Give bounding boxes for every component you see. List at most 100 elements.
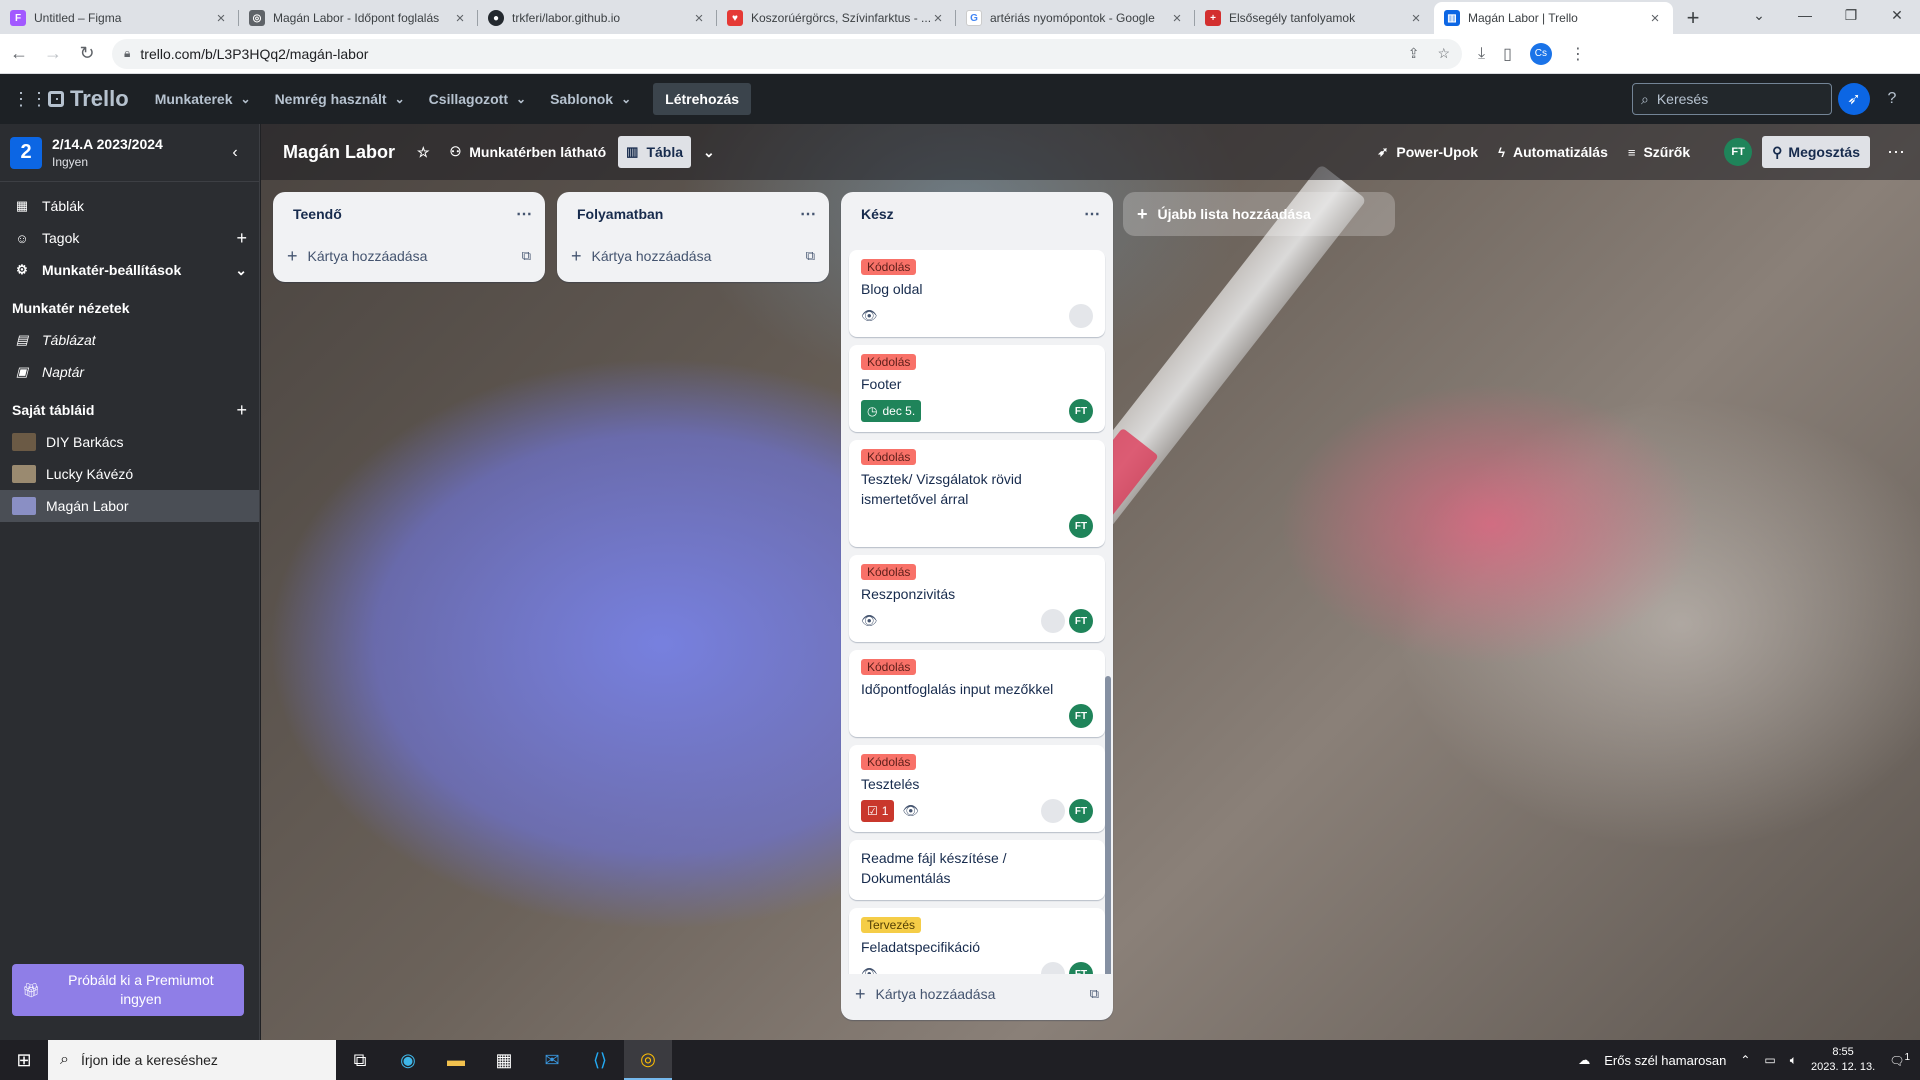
new-tab-button[interactable]: +	[1673, 2, 1713, 34]
star-board-icon[interactable]: ☆	[409, 136, 438, 168]
add-card-button[interactable]: + Kártya hozzáadása ⧉	[841, 974, 1113, 1014]
close-icon[interactable]: ×	[1169, 10, 1185, 27]
clock[interactable]: 8:55 2023. 12. 13.	[1811, 1045, 1875, 1075]
browser-tab[interactable]: Gartériás nyomópontok - Google ×	[956, 2, 1195, 34]
list-menu-icon[interactable]: ⋯	[1084, 204, 1101, 224]
share-button[interactable]: ⚲ Megosztás	[1762, 136, 1870, 168]
close-window-icon[interactable]: ✕	[1874, 0, 1920, 30]
card-tests[interactable]: Kódolás Tesztek/ Vizsgálatok rövid ismer…	[849, 440, 1105, 547]
notification-icon[interactable]: 🗨︎1	[1889, 1052, 1910, 1068]
browser-tab[interactable]: + Elsősegély tanfolyamok ×	[1195, 2, 1434, 34]
collapse-sidebar-icon[interactable]: ‹	[221, 144, 249, 162]
sidebar-board-magan-labor[interactable]: Magán Labor	[0, 490, 259, 522]
restore-icon[interactable]: ❐	[1828, 0, 1874, 30]
sidebar-item-settings[interactable]: ⚙ Munkatér-beállítások ⌄	[0, 254, 259, 286]
vscode-icon[interactable]: ⟨⟩	[576, 1040, 624, 1080]
browser-tab[interactable]: ♥ Koszorúérgörcs, Szívinfarktus - ... ×	[717, 2, 956, 34]
board-view-button[interactable]: ▥ Tábla	[618, 136, 692, 168]
help-icon[interactable]: ?	[1876, 83, 1908, 115]
board-menu-icon[interactable]: ⋯	[1884, 142, 1908, 163]
profile-avatar[interactable]: Cs	[1529, 42, 1552, 65]
list-title[interactable]: Teendő	[293, 206, 342, 222]
browser-tab[interactable]: ◎ Magán Labor - Időpont foglalás ×	[239, 2, 478, 34]
network-icon[interactable]: ▭	[1764, 1053, 1775, 1067]
card-readme[interactable]: Readme fájl készítése / Dokumentálás	[849, 840, 1105, 900]
trello-logo[interactable]: Trello	[48, 86, 129, 112]
list-title[interactable]: Folyamatban	[577, 206, 663, 222]
close-icon[interactable]: ×	[452, 10, 468, 27]
minimize-icon[interactable]: —	[1782, 0, 1828, 30]
weather-text[interactable]: Erős szél hamarosan	[1604, 1053, 1726, 1068]
list-scrollbar[interactable]	[1105, 276, 1111, 974]
card-spec[interactable]: Tervezés Feladatspecifikáció 👁︎ FT	[849, 908, 1105, 974]
tab-search-icon[interactable]: ⌄	[1736, 0, 1782, 30]
close-icon[interactable]: ×	[213, 10, 229, 27]
add-member-icon[interactable]: +	[236, 228, 247, 249]
search-input[interactable]: ⌕ Keresés	[1632, 83, 1832, 115]
menu-workspaces[interactable]: Munkaterek ⌄	[143, 83, 263, 115]
premium-trial-button[interactable]: 🎁︎ Próbáld ki a Premiumot ingyen	[12, 964, 244, 1016]
add-list-button[interactable]: + Újabb lista hozzáadása	[1123, 192, 1395, 236]
card-testing[interactable]: Kódolás Tesztelés ☑ 1 👁︎ FT	[849, 745, 1105, 832]
card-template-icon[interactable]: ⧉	[1090, 986, 1099, 1002]
browser-tab[interactable]: F Untitled – Figma ×	[0, 2, 239, 34]
add-board-icon[interactable]: +	[236, 400, 247, 421]
url-field[interactable]: 🔒︎ trello.com/b/L3P3HQq2/magán-labor ⇪ ☆	[112, 38, 1462, 69]
close-icon[interactable]: ×	[1408, 10, 1424, 27]
card-footer[interactable]: Kódolás Footer ◷ dec 5. FT	[849, 345, 1105, 432]
menu-starred[interactable]: Csillagozott ⌄	[417, 83, 538, 115]
close-icon[interactable]: ×	[1647, 10, 1663, 27]
app-switcher-icon[interactable]: ⋮⋮⋮	[12, 89, 66, 110]
store-icon[interactable]: ▦	[480, 1040, 528, 1080]
views-dropdown[interactable]: ⌄	[695, 136, 723, 168]
close-icon[interactable]: ×	[930, 10, 946, 27]
forward-arrow-icon[interactable]: →	[38, 39, 68, 69]
volume-icon[interactable]: 🔈︎	[1790, 1053, 1797, 1068]
create-button[interactable]: Létrehozás	[653, 83, 752, 115]
notification-rocket-icon[interactable]: ➶	[1838, 83, 1870, 115]
share-icon[interactable]: ⇪	[1408, 45, 1420, 62]
menu-templates[interactable]: Sablonok ⌄	[538, 83, 643, 115]
visibility-button[interactable]: ⚇ Munkatérben látható	[442, 136, 615, 168]
task-view-icon[interactable]: ⧉	[336, 1040, 384, 1080]
card-template-icon[interactable]: ⧉	[522, 248, 531, 264]
back-arrow-icon[interactable]: ←	[4, 39, 34, 69]
browser-tab-active[interactable]: ▥ Magán Labor | Trello ×	[1434, 2, 1673, 34]
add-card-button[interactable]: + Kártya hozzáadása ⧉	[557, 236, 829, 276]
chrome-icon[interactable]: ◎	[624, 1040, 672, 1080]
add-card-button[interactable]: + Kártya hozzáadása ⧉	[273, 236, 545, 276]
windows-start-icon[interactable]: ⊞	[0, 1040, 48, 1080]
sidebar-item-members[interactable]: ☺ Tagok +	[0, 222, 259, 254]
mail-icon[interactable]: ✉	[528, 1040, 576, 1080]
download-icon[interactable]: ⤓	[1478, 45, 1485, 63]
card-booking[interactable]: Kódolás Időpontfoglalás input mezőkkel F…	[849, 650, 1105, 737]
taskbar-search-input[interactable]: ⌕ Írjon ide a kereséshez	[48, 1040, 336, 1080]
sidebar-board-diy[interactable]: DIY Barkács	[0, 426, 259, 458]
sidebar-item-calendar[interactable]: ▣ Naptár	[0, 356, 259, 388]
powerups-button[interactable]: ➶ Power-Upok	[1369, 136, 1486, 168]
automation-button[interactable]: ϟ Automatizálás	[1490, 136, 1616, 168]
card-template-icon[interactable]: ⧉	[806, 248, 815, 264]
board-title[interactable]: Magán Labor	[273, 142, 405, 163]
list-menu-icon[interactable]: ⋯	[800, 204, 817, 224]
edge-browser-icon[interactable]: ◉	[384, 1040, 432, 1080]
card-responsive[interactable]: Kódolás Reszponzivitás 👁︎ FT	[849, 555, 1105, 642]
file-explorer-icon[interactable]: ▬	[432, 1040, 480, 1080]
menu-recent[interactable]: Nemrég használt ⌄	[263, 83, 417, 115]
sidebar-item-boards[interactable]: ▦ Táblák	[0, 190, 259, 222]
member-avatar[interactable]: FT	[1724, 138, 1753, 166]
sidebar-board-lucky[interactable]: Lucky Kávézó	[0, 458, 259, 490]
browser-tab[interactable]: ● trkferi/labor.github.io ×	[478, 2, 717, 34]
side-panel-icon[interactable]: ▯	[1503, 44, 1512, 64]
due-date-badge[interactable]: ◷ dec 5.	[861, 400, 922, 422]
reload-icon[interactable]: ↻	[72, 39, 102, 69]
close-icon[interactable]: ×	[691, 10, 707, 27]
filters-button[interactable]: ≡ Szűrők	[1620, 136, 1698, 168]
bookmark-star-icon[interactable]: ☆	[1437, 45, 1450, 62]
browser-menu-icon[interactable]: ⋮	[1570, 44, 1586, 64]
list-menu-icon[interactable]: ⋯	[516, 204, 533, 224]
sidebar-item-table[interactable]: ▤ Táblázat	[0, 324, 259, 356]
list-title[interactable]: Kész	[861, 206, 894, 222]
tray-chevron-icon[interactable]: ⌃	[1740, 1053, 1750, 1067]
card-blog[interactable]: Kódolás Blog oldal 👁︎	[849, 250, 1105, 337]
